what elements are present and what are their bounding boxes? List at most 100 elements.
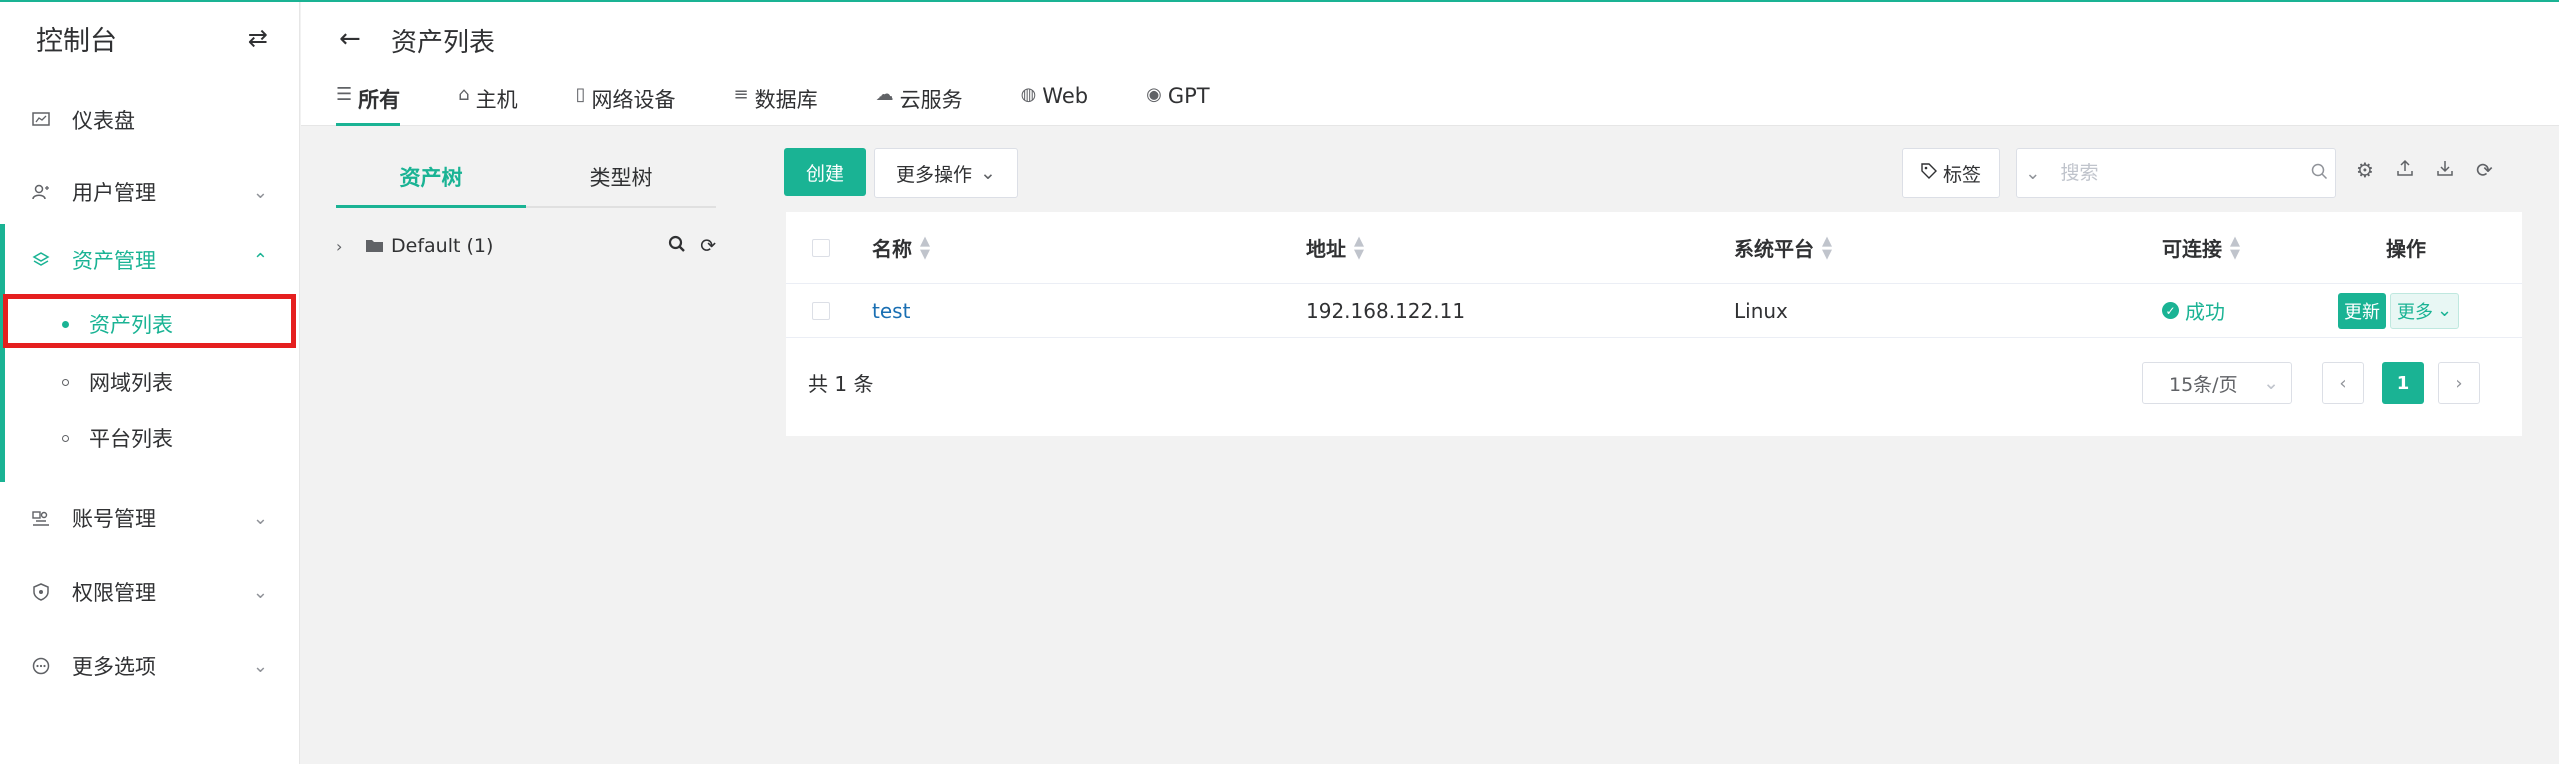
column-header-name[interactable]: 名称 ▲ ▼ xyxy=(872,233,930,262)
sort-icon[interactable]: ▲ ▼ xyxy=(1822,235,1832,261)
sidebar-title: 控制台 xyxy=(36,25,117,57)
column-header-platform[interactable]: 系统平台 ▲ ▼ xyxy=(1734,233,1832,262)
column-header-address[interactable]: 地址 ▲ ▼ xyxy=(1306,233,1364,262)
upload-icon[interactable] xyxy=(2396,158,2414,182)
device-icon: ▯ xyxy=(575,84,586,105)
swap-icon[interactable]: ⇄ xyxy=(248,24,268,52)
refresh-icon[interactable]: ⟳ xyxy=(700,235,716,258)
menu-item-users[interactable]: 用户管理 ⌄ xyxy=(0,156,300,228)
menu-item-permissions[interactable]: 权限管理 ⌄ xyxy=(0,556,300,628)
sort-icon[interactable]: ▲ ▼ xyxy=(1354,235,1364,261)
connectivity-status: ✓ 成功 xyxy=(2162,296,2225,325)
connectivity-label: 成功 xyxy=(2185,300,2225,324)
select-all-checkbox[interactable] xyxy=(812,238,830,257)
menu-item-more-options[interactable]: 更多选项 ⌄ xyxy=(0,630,300,702)
database-icon: ≡ xyxy=(733,84,749,105)
chevron-down-icon[interactable]: ⌄ xyxy=(2017,163,2049,184)
asset-table: 名称 ▲ ▼ 地址 ▲ ▼ 系统平台 ▲ ▼ 可连接 ▲ ▼ 操作 test 192.1… xyxy=(786,212,2522,436)
refresh-icon[interactable]: ⟳ xyxy=(2476,158,2493,182)
users-icon xyxy=(30,181,52,203)
more-circle-icon xyxy=(30,655,52,677)
submenu-item-asset-list[interactable]: 资产列表 xyxy=(0,296,300,352)
tab-web[interactable]: ◍ Web xyxy=(1021,80,1089,126)
asset-platform: Linux xyxy=(1734,298,1788,323)
search-box[interactable]: ⌄ xyxy=(2016,148,2336,198)
prev-page-button[interactable]: ‹ xyxy=(2322,362,2364,404)
row-checkbox[interactable] xyxy=(812,301,830,320)
more-actions-button[interactable]: 更多操作 ⌄ xyxy=(874,148,1018,198)
tab-gpt[interactable]: ◉ GPT xyxy=(1146,80,1209,126)
tab-all[interactable]: ☰ 所有 xyxy=(336,80,401,126)
menu-label-permissions: 权限管理 xyxy=(72,581,156,605)
tab-database[interactable]: ≡ 数据库 xyxy=(733,80,817,126)
tab-asset-tree[interactable]: 资产树 xyxy=(336,148,526,208)
submenu-item-platform-list[interactable]: 平台列表 xyxy=(0,410,300,466)
list-icon: ☰ xyxy=(336,84,353,105)
back-arrow-icon[interactable]: ← xyxy=(339,24,361,54)
submenu-label-platform-list: 平台列表 xyxy=(89,427,173,451)
tab-label: 云服务 xyxy=(899,88,963,112)
table-tools: ⚙ ⟳ xyxy=(2356,158,2493,182)
search-input[interactable] xyxy=(2048,162,2304,184)
column-label: 系统平台 xyxy=(1734,237,1814,261)
next-page-button[interactable]: › xyxy=(2438,362,2480,404)
dashboard-icon xyxy=(30,109,52,131)
column-header-connectivity[interactable]: 可连接 ▲ ▼ xyxy=(2162,233,2240,262)
chevron-down-icon: ⌄ xyxy=(252,507,268,529)
tag-icon xyxy=(1921,162,1937,184)
menu-label-accounts: 账号管理 xyxy=(72,507,156,531)
tree-tabs: 资产树 类型树 xyxy=(336,148,716,208)
row-more-button[interactable]: 更多 ⌄ xyxy=(2390,292,2460,329)
chevron-down-icon: ⌄ xyxy=(252,581,268,603)
create-button[interactable]: 创建 xyxy=(784,148,866,196)
asset-name-link[interactable]: test xyxy=(872,299,910,323)
table-row: test 192.168.122.11 Linux ✓ 成功 更新 更多 ⌄ xyxy=(786,284,2522,338)
cloud-icon: ☁ xyxy=(875,84,894,105)
sort-icon[interactable]: ▲ ▼ xyxy=(2230,235,2240,261)
sidebar: 控制台 ⇄ 仪表盘 用户管理 ⌄ 资产管理 ⌃ 资产列表 网域列表 平台列表 账… xyxy=(0,2,300,764)
page-header: ← 资产列表 ☰ 所有 ⌂ 主机 ▯ 网络设备 ≡ 数据库 ☁ 云服务 ◍ We… xyxy=(301,2,2559,126)
tab-type-tree[interactable]: 类型树 xyxy=(526,148,716,206)
table-header-row: 名称 ▲ ▼ 地址 ▲ ▼ 系统平台 ▲ ▼ 可连接 ▲ ▼ 操作 xyxy=(786,212,2522,284)
menu-item-accounts[interactable]: 账号管理 ⌄ xyxy=(0,482,300,554)
column-header-actions: 操作 xyxy=(2386,233,2426,262)
page-number-current[interactable]: 1 xyxy=(2382,362,2424,404)
total-count: 共 1 条 xyxy=(808,372,874,396)
page-size-label: 15条/页 xyxy=(2169,373,2238,396)
chevron-up-icon: ⌃ xyxy=(252,249,268,271)
tab-label: 主机 xyxy=(475,88,518,112)
row-more-label: 更多 xyxy=(2397,301,2433,323)
tab-label: 所有 xyxy=(358,88,401,112)
tree-tools: ⟳ xyxy=(668,235,716,258)
menu-label-users: 用户管理 xyxy=(72,181,156,205)
column-label: 操作 xyxy=(2386,237,2426,261)
gear-icon[interactable]: ⚙ xyxy=(2356,158,2374,182)
menu-label-assets: 资产管理 xyxy=(72,249,156,273)
tag-label: 标签 xyxy=(1942,163,1981,186)
chevron-down-icon: ⌄ xyxy=(2437,300,2453,321)
tab-label: Web xyxy=(1042,84,1089,108)
tree-node-default[interactable]: › Default (1) ⟳ xyxy=(336,228,716,264)
submenu-item-domain-list[interactable]: 网域列表 xyxy=(0,354,300,410)
tab-cloud[interactable]: ☁ 云服务 xyxy=(876,80,963,126)
menu-item-assets[interactable]: 资产管理 ⌃ xyxy=(0,224,300,296)
search-icon[interactable] xyxy=(2304,161,2336,185)
chevron-down-icon: ⌄ xyxy=(252,655,268,677)
menu-item-dashboard[interactable]: 仪表盘 xyxy=(0,84,300,156)
globe-icon: ◍ xyxy=(1020,84,1037,105)
chevron-right-icon[interactable]: › xyxy=(336,237,354,256)
host-icon: ⌂ xyxy=(458,84,470,105)
tag-button[interactable]: 标签 xyxy=(1902,148,2000,198)
column-label: 名称 xyxy=(872,237,912,261)
update-button[interactable]: 更新 xyxy=(2338,292,2386,329)
tab-label: 数据库 xyxy=(754,88,818,112)
search-icon[interactable] xyxy=(668,235,686,258)
tab-network-device[interactable]: ▯ 网络设备 xyxy=(576,80,676,126)
page-size-select[interactable]: 15条/页 ⌄ xyxy=(2142,362,2292,404)
bullet-icon xyxy=(62,434,69,442)
tab-host[interactable]: ⌂ 主机 xyxy=(458,80,517,126)
sort-icon[interactable]: ▲ ▼ xyxy=(920,235,930,261)
menu-label-dashboard: 仪表盘 xyxy=(72,109,135,133)
download-icon[interactable] xyxy=(2436,158,2454,182)
bullet-icon xyxy=(62,378,69,386)
